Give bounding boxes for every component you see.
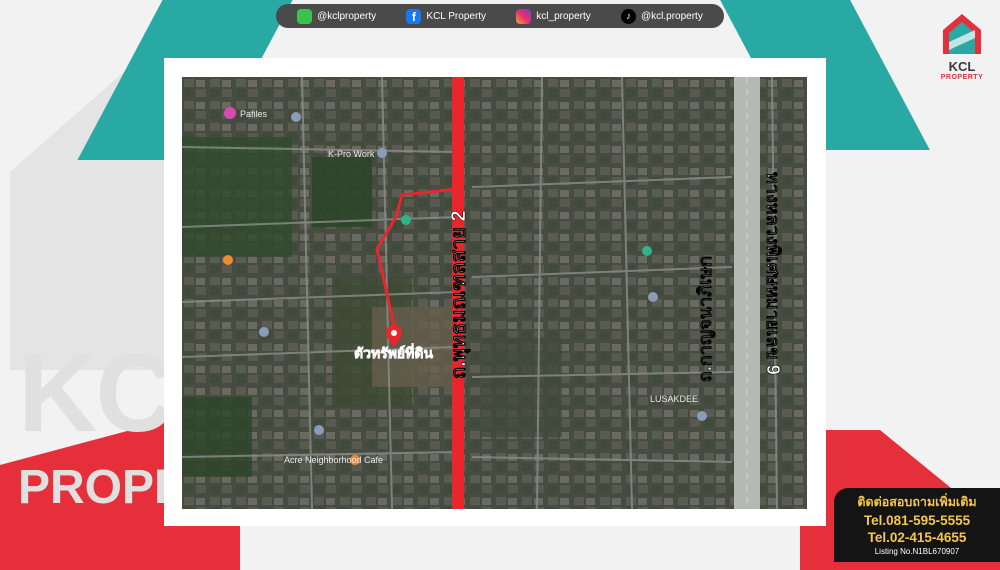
social-line[interactable]: @kclproperty — [297, 8, 377, 24]
listing-number: Listing No.N1BL670907 — [874, 547, 960, 556]
map-svg: Pafiles K-Pro Work Acre Neighborhood Caf… — [182, 77, 807, 509]
contact-title: ติดต่อสอบถามเพิ่มเติม — [857, 495, 977, 509]
road-main-label: ถ.พุทธมณฑลสาย 2 — [448, 210, 471, 379]
logo-sub: PROPERTY — [940, 74, 984, 81]
facebook-icon: f — [406, 8, 422, 24]
social-instagram-label: kcl_property — [536, 10, 591, 22]
social-line-label: @kclproperty — [317, 10, 377, 22]
social-instagram[interactable]: kcl_property — [516, 8, 591, 24]
house-logo-icon — [943, 14, 981, 54]
social-facebook[interactable]: f KCL Property — [406, 8, 487, 24]
poi-label-1: Pafiles — [240, 109, 268, 119]
social-tiktok[interactable]: ♪ @kcl.property — [621, 8, 703, 24]
logo-name: KCL — [948, 59, 976, 74]
instagram-icon — [516, 8, 532, 24]
line-icon — [297, 8, 313, 24]
contact-box: ติดต่อสอบถามเพิ่มเติม Tel.081-595-5555 T… — [834, 488, 1000, 562]
kcl-logo: KCL PROPERTY — [932, 12, 992, 81]
poi-label-4: LUSAKDEE — [650, 394, 698, 404]
contact-tel-1[interactable]: Tel.081-595-5555 — [834, 512, 1000, 529]
social-facebook-label: KCL Property — [426, 10, 487, 22]
tiktok-icon: ♪ — [621, 8, 636, 24]
social-tiktok-label: @kcl.property — [641, 10, 703, 22]
poi-label-3: Acre Neighborhood Cafe — [284, 455, 383, 465]
road-highway-label: ทางหลวงพิเศษหมายเลข 9 — [763, 172, 783, 375]
social-bar: @kclproperty f KCL Property kcl_property… — [276, 4, 724, 28]
contact-tel-2[interactable]: Tel.02-415-4655 — [834, 529, 1000, 546]
road-second-label: ถ.กาญจนาภิเษก — [695, 256, 716, 382]
property-label: ตัวทรัพย์ที่ดิน — [354, 343, 433, 361]
poi-label-2: K-Pro Work — [328, 149, 375, 159]
satellite-map[interactable]: Pafiles K-Pro Work Acre Neighborhood Caf… — [182, 77, 807, 509]
